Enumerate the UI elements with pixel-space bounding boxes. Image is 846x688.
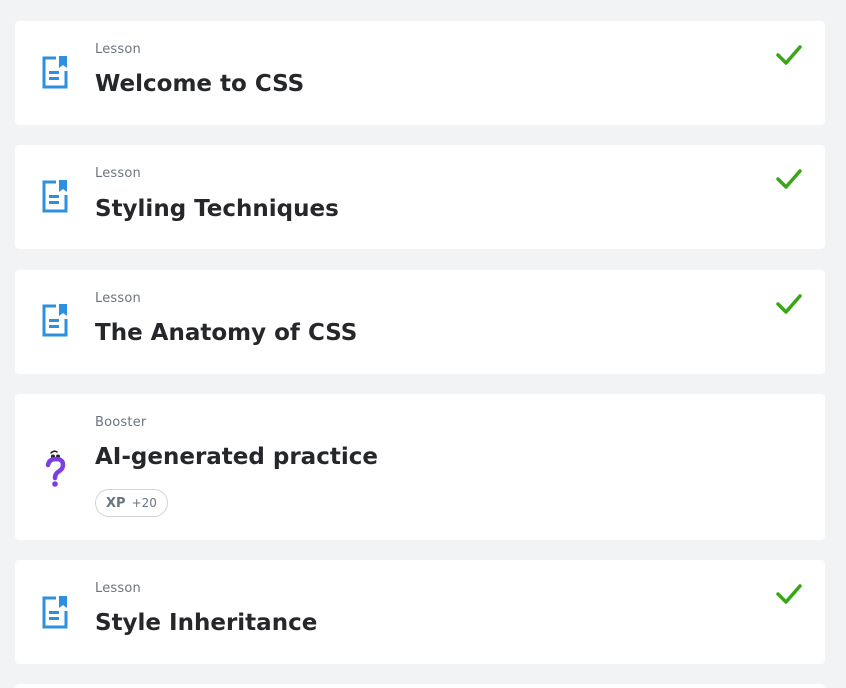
lesson-list: Lesson Welcome to CSS Lesson Styling Tec… [0,0,846,688]
checkmark-icon [776,294,802,314]
question-mark-icon [45,450,66,487]
item-title: Welcome to CSS [95,71,305,97]
item-type-label: Lesson [95,42,141,57]
lesson-card-styling-techniques[interactable]: Lesson Styling Techniques [15,145,825,249]
xp-reward-badge: XP +20 [95,489,168,517]
lesson-doc-icon [42,180,68,213]
checkmark-icon [776,169,802,189]
item-title: The Anatomy of CSS [95,320,358,346]
xp-value: +20 [131,496,157,510]
item-title: Styling Techniques [95,196,339,222]
lesson-doc-icon [42,596,68,629]
item-type-label: Lesson [95,581,141,596]
item-title: Style Inheritance [95,610,318,636]
lesson-card-style-inheritance[interactable]: Lesson Style Inheritance [15,560,825,664]
lesson-card-anatomy-of-css[interactable]: Lesson The Anatomy of CSS [15,270,825,374]
checkmark-icon [776,584,802,604]
lesson-doc-icon [42,304,68,337]
lesson-doc-icon [42,56,68,89]
item-title: AI-generated practice [95,444,378,470]
checkmark-icon [776,45,802,65]
xp-label: XP [106,495,126,511]
item-type-label: Booster [95,415,147,430]
booster-card-ai-generated-practice[interactable]: Booster AI-generated practice XP +20 [15,394,825,540]
item-type-label: Lesson [95,291,141,306]
item-type-label: Lesson [95,166,141,181]
lesson-card-welcome-to-css[interactable]: Lesson Welcome to CSS [15,21,825,125]
next-card-partial [15,684,825,688]
